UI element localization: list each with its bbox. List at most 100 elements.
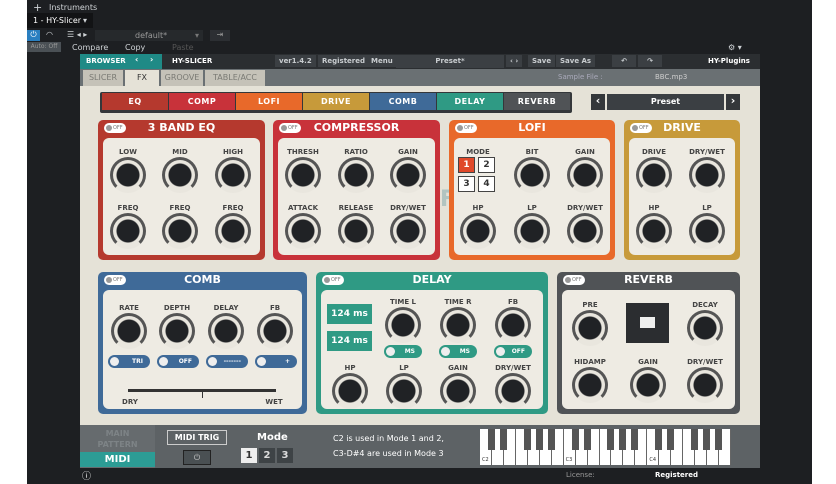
menu-button[interactable]: Menu [367, 55, 397, 67]
knob-drywet[interactable] [689, 157, 725, 193]
comb-toggle[interactable]: OFF [157, 355, 199, 368]
knob-gain[interactable] [390, 157, 426, 193]
black-key[interactable] [487, 429, 495, 450]
knob-lp[interactable] [689, 213, 725, 249]
black-key[interactable] [547, 429, 555, 450]
compare-button[interactable]: Compare [72, 43, 108, 52]
redo-icon[interactable]: ↷ [638, 55, 662, 67]
knob-rate[interactable] [111, 313, 147, 349]
preset-field[interactable]: Preset* [396, 55, 504, 68]
fx-chain-drive[interactable]: DRIVE [303, 93, 369, 110]
side-midi[interactable]: MIDI [80, 452, 155, 467]
gauge-icon[interactable]: ◠ [46, 30, 53, 39]
comb-toggle[interactable]: ------- [206, 355, 248, 368]
save-as-button[interactable]: Save As [556, 55, 596, 67]
knob-freq[interactable] [110, 213, 146, 249]
preset-select[interactable]: default* ▾ [95, 30, 203, 41]
comb-bypass-toggle[interactable]: OFF [104, 275, 126, 285]
info-icon[interactable]: ⓘ [82, 469, 91, 482]
automation-button[interactable]: Auto: Off [27, 42, 61, 52]
knob-drywet[interactable] [495, 373, 531, 409]
black-key[interactable] [499, 429, 507, 450]
knob-freq[interactable] [162, 213, 198, 249]
power-icon[interactable]: ⏻ [27, 30, 40, 41]
list-icon[interactable]: ☰ ◂ ▸ [67, 30, 87, 39]
lofi-bypass-toggle[interactable]: OFF [455, 123, 477, 133]
mode-2-button[interactable]: 2 [259, 448, 275, 463]
knob-timel[interactable] [385, 307, 421, 343]
fx-preset-prev[interactable]: ‹ [591, 94, 605, 110]
comb-toggle[interactable]: TRI [108, 355, 150, 368]
lofi-mode-4[interactable]: 4 [478, 176, 495, 192]
fx-chain-delay[interactable]: DELAY [437, 93, 503, 110]
drive-bypass-toggle[interactable]: OFF [630, 123, 652, 133]
fx-chain-comb[interactable]: COMB [370, 93, 436, 110]
black-key[interactable] [691, 429, 699, 450]
lofi-mode-2[interactable]: 2 [478, 157, 495, 173]
delay-toggle[interactable]: MS [384, 345, 422, 358]
knob-lp[interactable] [514, 213, 550, 249]
comb-toggle[interactable]: + [255, 355, 297, 368]
black-key[interactable] [583, 429, 591, 450]
fx-chain-reverb[interactable]: REVERB [504, 93, 570, 110]
delay-bypass-toggle[interactable]: OFF [322, 275, 344, 285]
tab-slicer[interactable]: SLICER [83, 70, 123, 86]
knob-drywet[interactable] [687, 367, 723, 403]
knob-hidamp[interactable] [572, 367, 608, 403]
knob-ratio[interactable] [338, 157, 374, 193]
knob-lp[interactable] [386, 373, 422, 409]
comb-mix-handle[interactable] [202, 392, 203, 398]
tab-groove[interactable]: GROOVE [161, 70, 203, 86]
black-key[interactable] [619, 429, 627, 450]
knob-thresh[interactable] [285, 157, 321, 193]
knob-fb[interactable] [495, 307, 531, 343]
mode-1-button[interactable]: 1 [241, 448, 257, 463]
knob-timer[interactable] [440, 307, 476, 343]
preset-nav-icon[interactable]: ‹ › [506, 55, 523, 67]
knob-hp[interactable] [460, 213, 496, 249]
eq-bypass-toggle[interactable]: OFF [104, 123, 126, 133]
tab-table-acc[interactable]: TABLE/ACC [205, 70, 265, 86]
fx-chain-lofi[interactable]: LOFI [236, 93, 302, 110]
black-key[interactable] [523, 429, 531, 450]
black-key[interactable] [535, 429, 543, 450]
copy-button[interactable]: Copy [125, 43, 145, 52]
gear-icon[interactable]: ⚙ ▾ [728, 43, 742, 52]
lofi-mode-3[interactable]: 3 [458, 176, 475, 192]
black-key[interactable] [703, 429, 711, 450]
knob-decay[interactable] [687, 310, 723, 346]
knob-pre[interactable] [572, 310, 608, 346]
comp-bypass-toggle[interactable]: OFF [279, 123, 301, 133]
knob-gain[interactable] [440, 373, 476, 409]
knob-fb[interactable] [257, 313, 293, 349]
knob-delay[interactable] [208, 313, 244, 349]
side-main[interactable]: MAIN [80, 425, 155, 439]
knob-attack[interactable] [285, 213, 321, 249]
side-pattern[interactable]: PATTERN [80, 439, 155, 450]
black-key[interactable] [715, 429, 723, 450]
black-key[interactable] [571, 429, 579, 450]
knob-bit[interactable] [514, 157, 550, 193]
delay-toggle[interactable]: OFF [494, 345, 532, 358]
browser-button[interactable]: BROWSER ‹ › [80, 54, 162, 69]
next-icon[interactable]: › [150, 55, 153, 64]
piano-keyboard[interactable]: C2 C3 C4 [480, 429, 731, 465]
reverb-bypass-toggle[interactable]: OFF [563, 275, 585, 285]
fx-chain-comp[interactable]: COMP [169, 93, 235, 110]
knob-low[interactable] [110, 157, 146, 193]
insert-icon[interactable]: ⇥ [210, 30, 230, 41]
knob-hp[interactable] [332, 373, 368, 409]
knob-high[interactable] [215, 157, 251, 193]
knob-drywet[interactable] [390, 213, 426, 249]
knob-release[interactable] [338, 213, 374, 249]
black-key[interactable] [655, 429, 663, 450]
black-key[interactable] [631, 429, 639, 450]
fx-chain-eq[interactable]: EQ [102, 93, 168, 110]
black-key[interactable] [667, 429, 675, 450]
knob-depth[interactable] [159, 313, 195, 349]
prev-icon[interactable]: ‹ [135, 55, 138, 64]
midi-trig-power-icon[interactable]: ⏻ [183, 450, 211, 465]
knob-hp[interactable] [636, 213, 672, 249]
knob-drywet[interactable] [567, 213, 603, 249]
knob-gain[interactable] [630, 367, 666, 403]
